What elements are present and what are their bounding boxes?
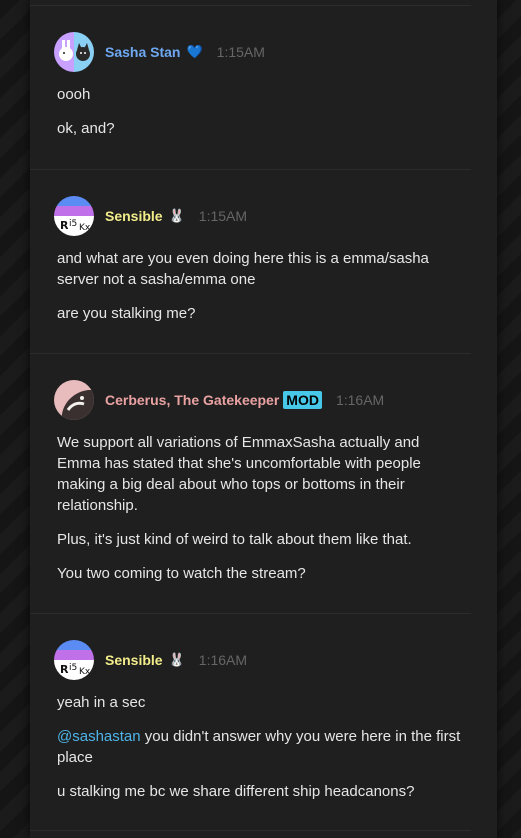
avatar[interactable] (54, 32, 94, 72)
avatar[interactable]: R i5 Kx (54, 196, 94, 236)
message-line: u stalking me bc we share different ship… (57, 783, 415, 800)
message-divider (30, 5, 471, 6)
timestamp: 1:15AM (216, 44, 265, 60)
message-line: ok, and? (57, 120, 115, 137)
message-line: @sashastan you didn't answer why you wer… (57, 726, 461, 768)
message-divider (30, 613, 471, 614)
message-header: Cerberus, The Gatekeeper MOD 1:16AM (54, 380, 384, 420)
message-content: We support all variations of EmmaxSasha … (57, 432, 461, 597)
message-line: and what are you even doing here this is… (57, 250, 429, 288)
svg-text:R: R (60, 663, 69, 676)
message-content: yeah in a sec @sashastan you didn't answ… (57, 692, 461, 815)
message-header: R i5 Kx Sensible 🐰 1:15AM (54, 196, 247, 236)
background-left (0, 0, 30, 838)
message-line: are you stalking me? (57, 305, 196, 322)
svg-text:Kx: Kx (79, 667, 91, 677)
message-line: Plus, it's just kind of weird to talk ab… (57, 531, 412, 548)
user-mention[interactable]: @sashastan (57, 728, 141, 745)
svg-text:Kx: Kx (79, 223, 91, 233)
chat-panel: Sasha Stan 💙 1:15AM oooh ok, and? R i5 K… (30, 0, 497, 838)
mod-badge: MOD (283, 391, 322, 409)
message-header: R i5 Kx Sensible 🐰 1:16AM (54, 640, 247, 680)
timestamp: 1:16AM (198, 652, 248, 668)
svg-text:R: R (60, 219, 69, 232)
author-name[interactable]: Cerberus, The Gatekeeper (105, 392, 279, 408)
message-line: yeah in a sec (57, 694, 146, 711)
message-content: and what are you even doing here this is… (57, 248, 461, 337)
message-line: oooh (57, 86, 91, 103)
message-divider (30, 830, 471, 831)
avatar[interactable]: R i5 Kx (54, 640, 94, 680)
message-content: oooh ok, and? (57, 84, 461, 152)
message-line: We support all variations of EmmaxSasha … (57, 434, 421, 514)
rabbit-icon: 🐰 (168, 652, 185, 667)
timestamp: 1:15AM (198, 208, 248, 224)
avatar[interactable] (54, 380, 94, 420)
svg-text:i5: i5 (69, 663, 77, 673)
author-name[interactable]: Sensible (105, 652, 163, 668)
message-divider (30, 353, 471, 354)
message-header: Sasha Stan 💙 1:15AM (54, 32, 265, 72)
message-divider (30, 169, 471, 170)
rabbit-icon: 🐰 (168, 208, 185, 223)
svg-text:i5: i5 (69, 219, 77, 229)
background-right (497, 0, 521, 838)
blue-heart-icon: 💙 (186, 44, 203, 59)
author-name[interactable]: Sasha Stan (105, 44, 180, 60)
message-line: You two coming to watch the stream? (57, 565, 306, 582)
timestamp: 1:16AM (335, 392, 385, 408)
author-name[interactable]: Sensible (105, 208, 163, 224)
